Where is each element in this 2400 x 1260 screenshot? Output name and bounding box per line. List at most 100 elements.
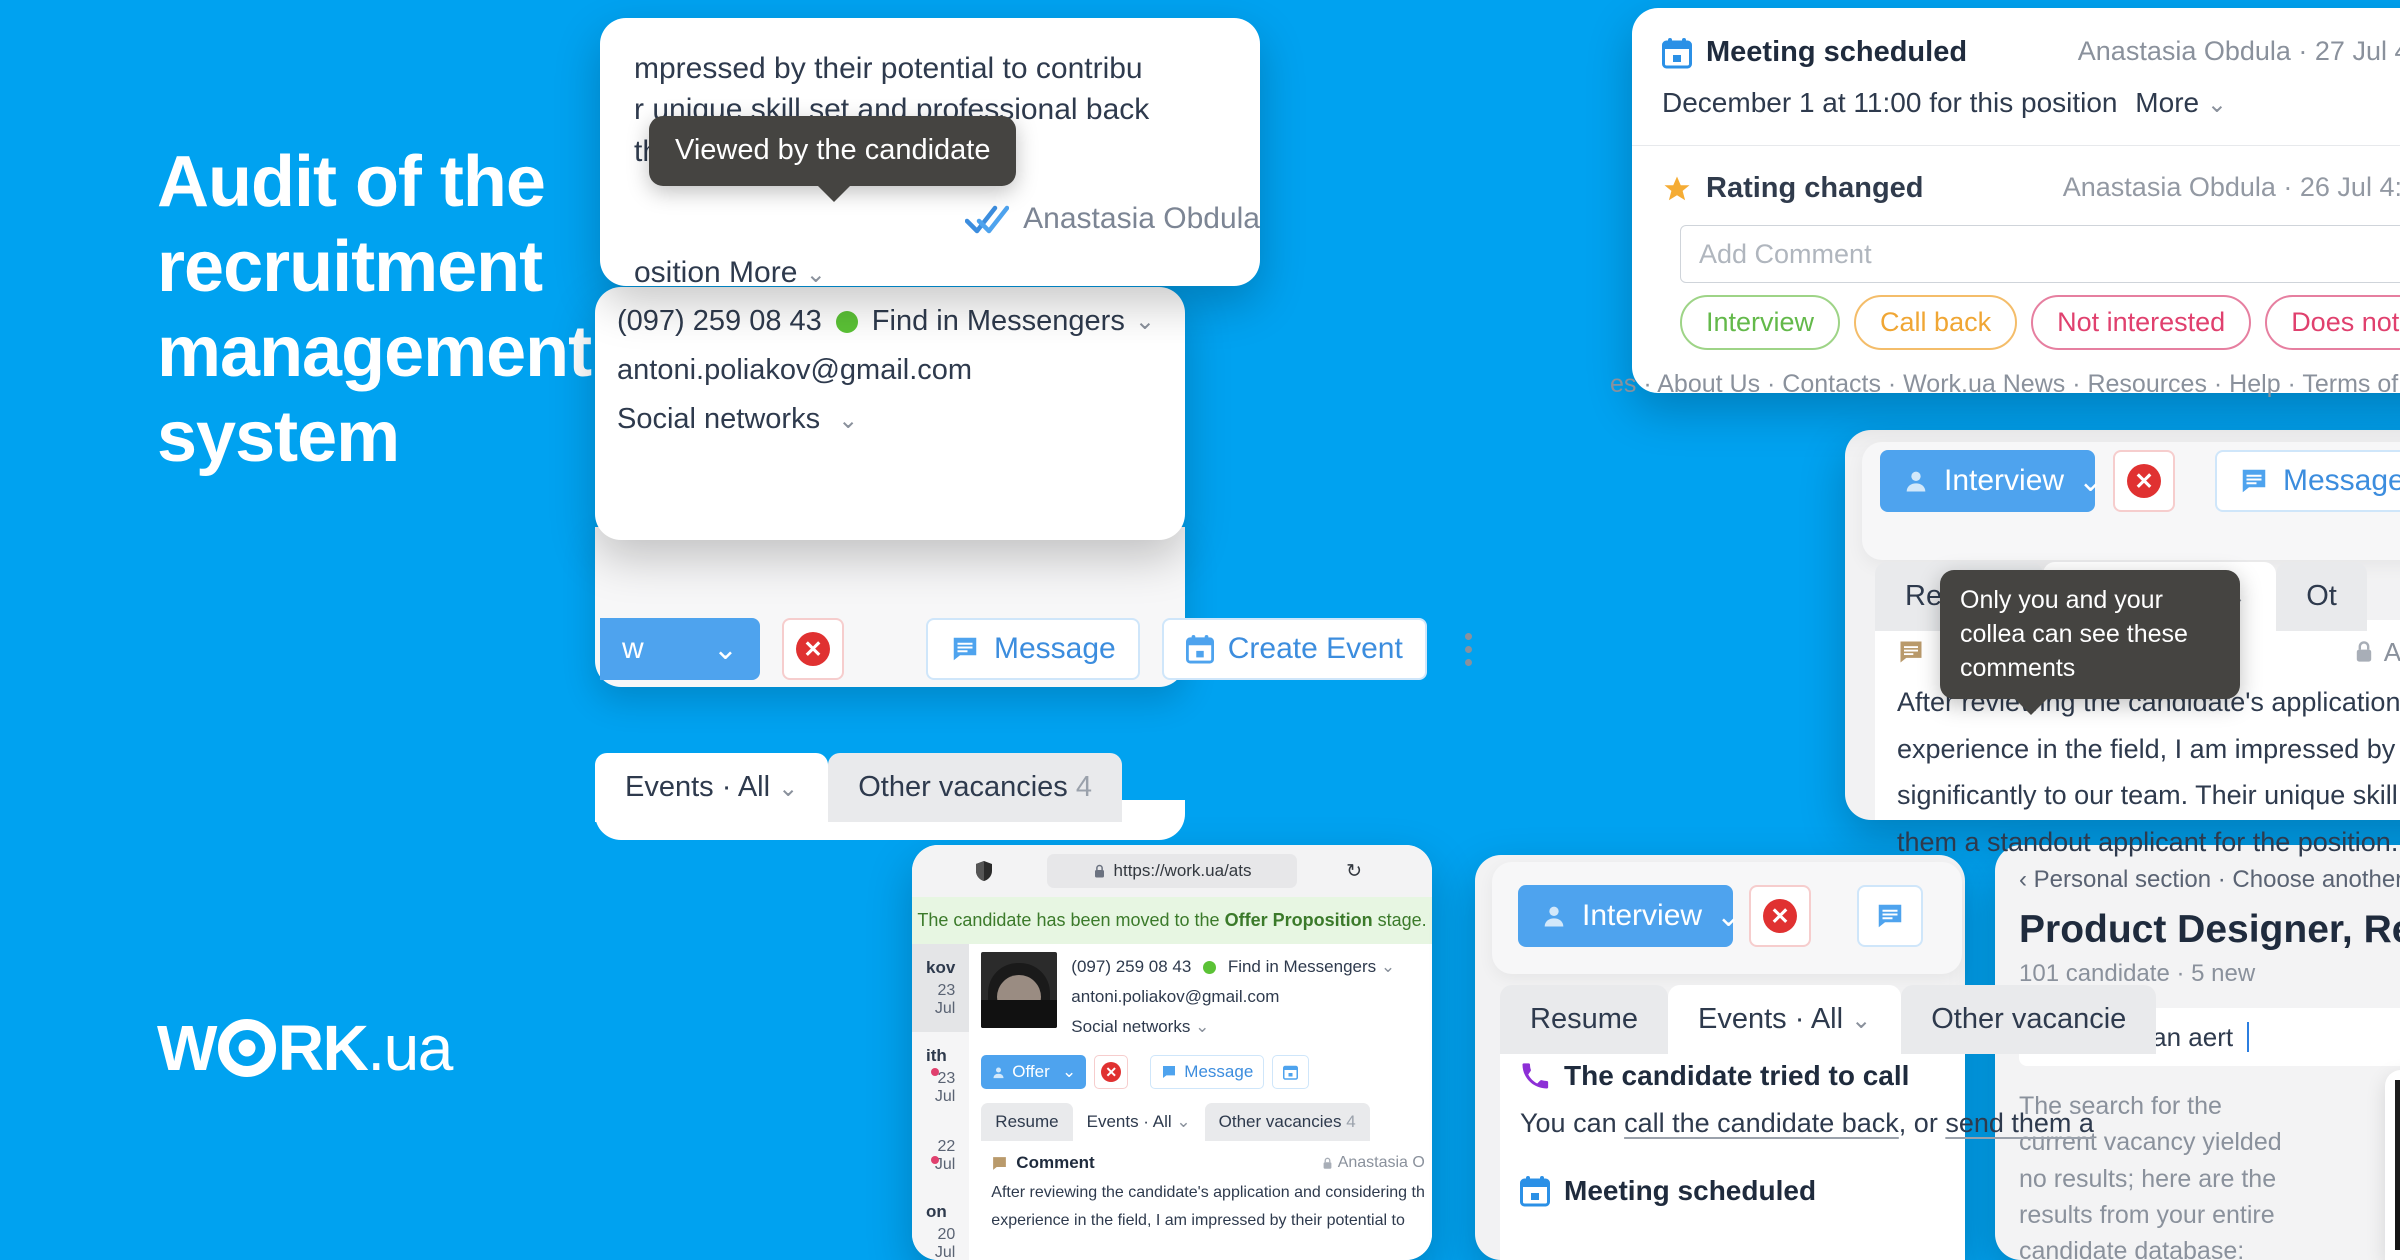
comment-line-3: significantly to our team. Their unique … [1897, 780, 2400, 810]
message-button[interactable]: Message [2215, 450, 2400, 512]
logo-o-icon [217, 1019, 276, 1077]
social-networks-label: Social networks [1071, 1016, 1191, 1036]
calendar-icon [1662, 37, 1692, 69]
status-label: Interview [1944, 464, 2065, 497]
lock-icon [1093, 864, 1106, 879]
reject-button[interactable]: ✕ [2113, 450, 2175, 512]
tab-resume[interactable]: Resume [981, 1103, 1073, 1142]
site-footer-links[interactable]: es · About Us · Contacts · Work.ua News … [1610, 370, 2400, 399]
reject-button[interactable]: ✕ [1094, 1055, 1129, 1090]
logo-text-work-w: W [157, 1012, 217, 1084]
message-button[interactable] [1857, 885, 1923, 947]
status-dropdown-button[interactable]: Interview ⌄ [1880, 450, 2103, 512]
tab-events-all[interactable]: Events · All ⌄ [595, 753, 829, 822]
add-comment-placeholder: Add Comment [1699, 238, 1872, 269]
chevron-down-icon: ⌄ [1380, 957, 1396, 976]
send-message-link[interactable]: send them a [1945, 1108, 2094, 1138]
email-value[interactable]: antoni.poliakov@gmail.com [617, 354, 1185, 387]
message-button[interactable]: Message [926, 618, 1140, 680]
pill-does-not-respond[interactable]: Does not respond [2265, 295, 2400, 350]
pill-interview[interactable]: Interview [1680, 295, 1841, 350]
phone-value: (097) 259 08 43 [617, 305, 822, 337]
banner-prefix: The candidate has been moved to the [917, 910, 1225, 930]
card-candidate-profile: (097) 259 08 43 Find in Messengers ⌄ ant… [595, 287, 1185, 540]
status-dropdown-button[interactable]: Interview ⌄ [1518, 885, 1741, 947]
create-event-button[interactable]: Create Event [1161, 618, 1427, 680]
status-dropdown-button[interactable]: Offer ⌄ [981, 1055, 1087, 1090]
breadcrumb-label: ‹ Personal section · Choose another vaca… [2019, 866, 2400, 893]
tab-other-vacancies[interactable]: Other vacancies 4 [828, 753, 1122, 822]
chevron-down-icon: ⌄ [1195, 1016, 1210, 1036]
events-list: Meeting scheduled Anastasia Obdula · 27 … [1632, 8, 2400, 205]
card-browser-mockup: https://work.ua/ats ↻ The candidate has … [912, 845, 1432, 1260]
reload-icon[interactable]: ↻ [1346, 860, 1362, 883]
social-networks-toggle[interactable]: Social networks ⌄ [1071, 1012, 1395, 1042]
create-event-button[interactable] [1272, 1055, 1310, 1090]
find-in-messengers-link[interactable]: Find in Messengers [872, 305, 1125, 338]
tab-other-vacancies[interactable]: Other vacancie [1901, 985, 2157, 1054]
event-title: Rating changed [1706, 172, 1924, 204]
close-icon: ✕ [1763, 899, 1797, 933]
shield-icon[interactable] [974, 860, 994, 882]
tooltip-viewed-by-candidate: Viewed by the candidate [649, 116, 1017, 202]
chevron-down-icon: ⌄ [1716, 899, 1742, 933]
status-dropdown-button[interactable]: w ⌄ [600, 618, 760, 680]
chevron-down-icon: ⌄ [1851, 1007, 1872, 1034]
star-icon [1662, 174, 1692, 204]
message-icon [1163, 1066, 1176, 1079]
right-mid-action-buttons: Interview ⌄ ✕ Message [1880, 450, 2400, 512]
event-meta: Anastasia Obdula · 27 Jul 4:3 [2077, 36, 2400, 66]
find-in-messengers-link[interactable]: Find in Messengers [1228, 957, 1376, 976]
candidate-date: 23 Jul [934, 1070, 956, 1105]
message-label: Message [2283, 464, 2400, 497]
tab-other-vacancies[interactable]: Other vacancies 4 [1204, 1103, 1370, 1142]
event-meta: Anastasia Obdula · 26 Jul 4:30 [2062, 172, 2400, 202]
pill-not-interested[interactable]: Not interested [2031, 295, 2252, 350]
candidate-contacts: (097) 259 08 43 Find in Messengers ⌄ ant… [1071, 952, 1395, 1041]
chevron-down-icon: ⌄ [2206, 91, 2227, 118]
call-back-link[interactable]: call the candidate back [1624, 1108, 1899, 1138]
message-label: Message [994, 632, 1116, 665]
bottom-center-events-panel: The candidate tried to call You can call… [1500, 1042, 2094, 1260]
candidate-count: 101 candidate · 5 new [2019, 960, 2256, 987]
comment-icon [1897, 638, 1925, 666]
message-icon [950, 634, 980, 664]
tab-resume[interactable]: Resume [1500, 985, 1668, 1054]
list-item[interactable]: on 20 Jul [912, 1188, 969, 1260]
reject-button[interactable]: ✕ [782, 618, 844, 680]
tab-events-all[interactable]: Events · All ⌄ [1668, 985, 1902, 1054]
add-comment-input[interactable]: Add Comment [1680, 225, 2400, 283]
tab-events-all[interactable]: Events · All ⌄ [1072, 1103, 1205, 1142]
comment-footer-more[interactable]: osition More ⌄ [634, 256, 826, 286]
status-label: w [622, 632, 644, 665]
tab-label: Events · All [625, 771, 771, 803]
pill-call-back[interactable]: Call back [1854, 295, 2018, 350]
more-options-button[interactable] [1449, 632, 1488, 666]
list-item[interactable]: 22 Jul [912, 1120, 969, 1188]
candidate-photo [2395, 1080, 2400, 1250]
chevron-down-icon: ⌄ [805, 261, 826, 286]
event-meeting-scheduled: Meeting scheduled Anastasia Obdula · 27 … [1662, 36, 2400, 69]
tab-other-vacancies[interactable]: Ot [2276, 562, 2367, 631]
list-item[interactable]: ith 23 Jul [912, 1032, 969, 1120]
tooltip-arrow [2014, 698, 2048, 716]
quick-status-pill-row: Interview Call back Not interested Does … [1680, 295, 2400, 350]
browser-url-bar[interactable]: https://work.ua/ats [1047, 854, 1297, 888]
event-more-link[interactable]: More [2135, 87, 2199, 118]
candidate-detail-pane: (097) 259 08 43 Find in Messengers ⌄ ant… [969, 944, 1432, 1260]
message-button[interactable]: Message [1150, 1055, 1265, 1090]
email-value[interactable]: antoni.poliakov@gmail.com [1071, 982, 1395, 1012]
comment-line-2: experience in the field, I am impressed … [991, 1211, 1405, 1229]
banner-suffix: stage. [1372, 910, 1427, 930]
phone-row: (097) 259 08 43 Find in Messengers ⌄ [1071, 952, 1395, 982]
candidate-photo [981, 952, 1058, 1028]
chevron-down-icon: ⌄ [838, 407, 859, 434]
tooltip-private-comments: Only you and your collea can see these c… [1940, 570, 2240, 716]
close-icon: ✕ [796, 632, 830, 666]
social-networks-toggle[interactable]: Social networks ⌄ [617, 403, 1185, 436]
phone-value: (097) 259 08 43 [1071, 957, 1192, 976]
list-item[interactable]: kov 23 Jul [912, 944, 970, 1032]
reject-button[interactable]: ✕ [1749, 885, 1811, 947]
tooltip-private-label: Only you and your collea can see these c… [1960, 586, 2188, 682]
event-detail-row: December 1 at 11:00 for this position Mo… [1662, 87, 2400, 119]
